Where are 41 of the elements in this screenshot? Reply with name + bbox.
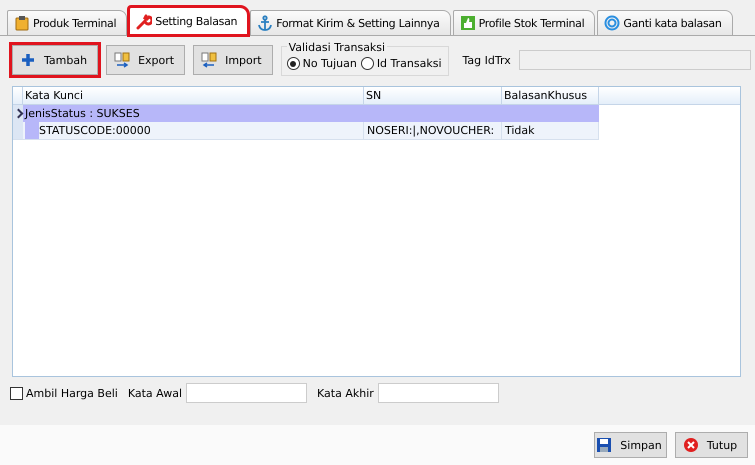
column-header[interactable]: BalasanKhusus [502, 87, 599, 104]
input-field[interactable] [378, 383, 499, 403]
field-label: Tag IdTrx [462, 54, 511, 66]
checkbox[interactable] [10, 386, 23, 400]
toolbar-button[interactable]: Import [193, 45, 273, 75]
field-label: Kata Akhir [317, 386, 374, 400]
table-cell: NOSERI:|,NOVOUCHER: [364, 122, 502, 139]
clipboard-icon [14, 15, 30, 31]
ring-icon [604, 15, 620, 31]
export-icon [114, 52, 130, 68]
save-icon [596, 437, 612, 453]
toolbar-button[interactable]: Tambah [12, 45, 98, 75]
checkbox-label: Ambil Harga Beli [26, 386, 118, 400]
indent-bar [25, 122, 39, 139]
footer-button[interactable]: Tutup [675, 432, 748, 458]
input-field[interactable] [186, 383, 308, 403]
tab[interactable]: Format Kirim & Setting Lainnya [250, 10, 451, 35]
toolbar-button[interactable]: Export [106, 45, 186, 75]
column-header[interactable]: SN [364, 87, 502, 104]
group-row[interactable]: JenisStatus : SUKSES [13, 105, 599, 122]
field-label: Kata Awal [128, 386, 182, 400]
tab[interactable]: Profile Stok Terminal [452, 10, 596, 35]
anchor-icon [257, 15, 274, 31]
group-title: Validasi Transaksi [286, 42, 388, 54]
radio-button[interactable] [360, 57, 374, 70]
column-header[interactable]: Kata Kunci [23, 87, 364, 104]
tab[interactable]: Ganti kata balasan [597, 10, 733, 35]
thumbs-up-icon [460, 15, 476, 31]
radio-button[interactable] [286, 57, 300, 70]
tab[interactable]: Produk Terminal [7, 10, 128, 35]
group-label: JenisStatus : SUKSES [24, 106, 140, 122]
radio-label: No Tujuan [302, 57, 357, 70]
footer-button[interactable]: Simpan [594, 432, 667, 458]
table-cell: Tidak [502, 122, 599, 139]
close-icon [682, 437, 699, 453]
tab[interactable]: Setting Balasan [129, 7, 248, 35]
plus-icon [20, 52, 36, 68]
radio-label: Id Transaksi [376, 57, 442, 70]
table-cell: STATUSCODE:00000 [39, 122, 364, 139]
import-icon [201, 52, 218, 68]
wrench-icon [136, 14, 152, 30]
